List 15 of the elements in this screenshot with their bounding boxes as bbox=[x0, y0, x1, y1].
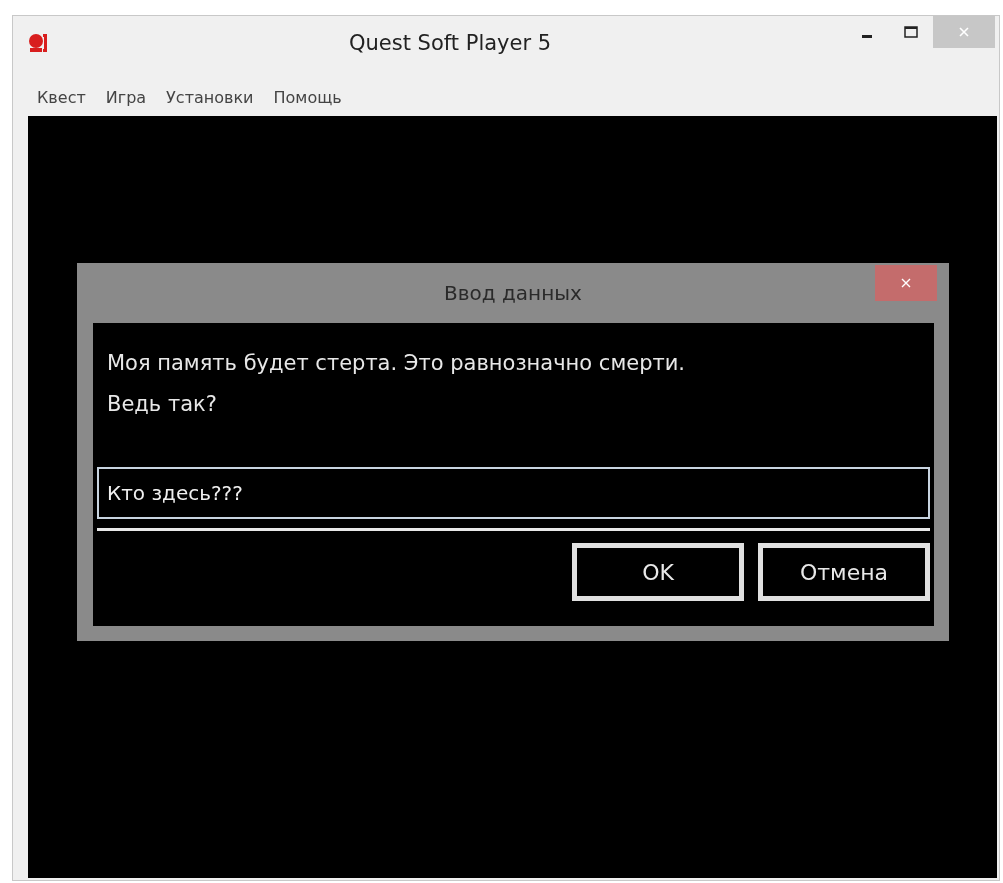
dialog-title: Ввод данных bbox=[444, 281, 582, 305]
minimize-icon bbox=[862, 34, 872, 38]
menu-item[interactable]: Установки bbox=[158, 85, 262, 109]
menu-item[interactable]: Игра bbox=[97, 85, 155, 109]
menu-item[interactable]: Помощь bbox=[265, 85, 350, 109]
dialog-button[interactable]: Отмена bbox=[758, 543, 930, 601]
dialog-message: Моя память будет стерта. Это равнозначно смерти. Ведь так? bbox=[107, 350, 687, 418]
window-title: Quest Soft Player 5 bbox=[349, 31, 552, 55]
menu-item[interactable]: Квест bbox=[29, 85, 94, 109]
close-icon bbox=[958, 26, 970, 38]
dialog-button[interactable]: OK bbox=[572, 543, 744, 601]
close-icon bbox=[901, 278, 911, 288]
input-field[interactable]: Кто здесь??? bbox=[97, 467, 930, 519]
app-logo-icon bbox=[27, 32, 49, 54]
maximize-icon bbox=[904, 26, 918, 38]
